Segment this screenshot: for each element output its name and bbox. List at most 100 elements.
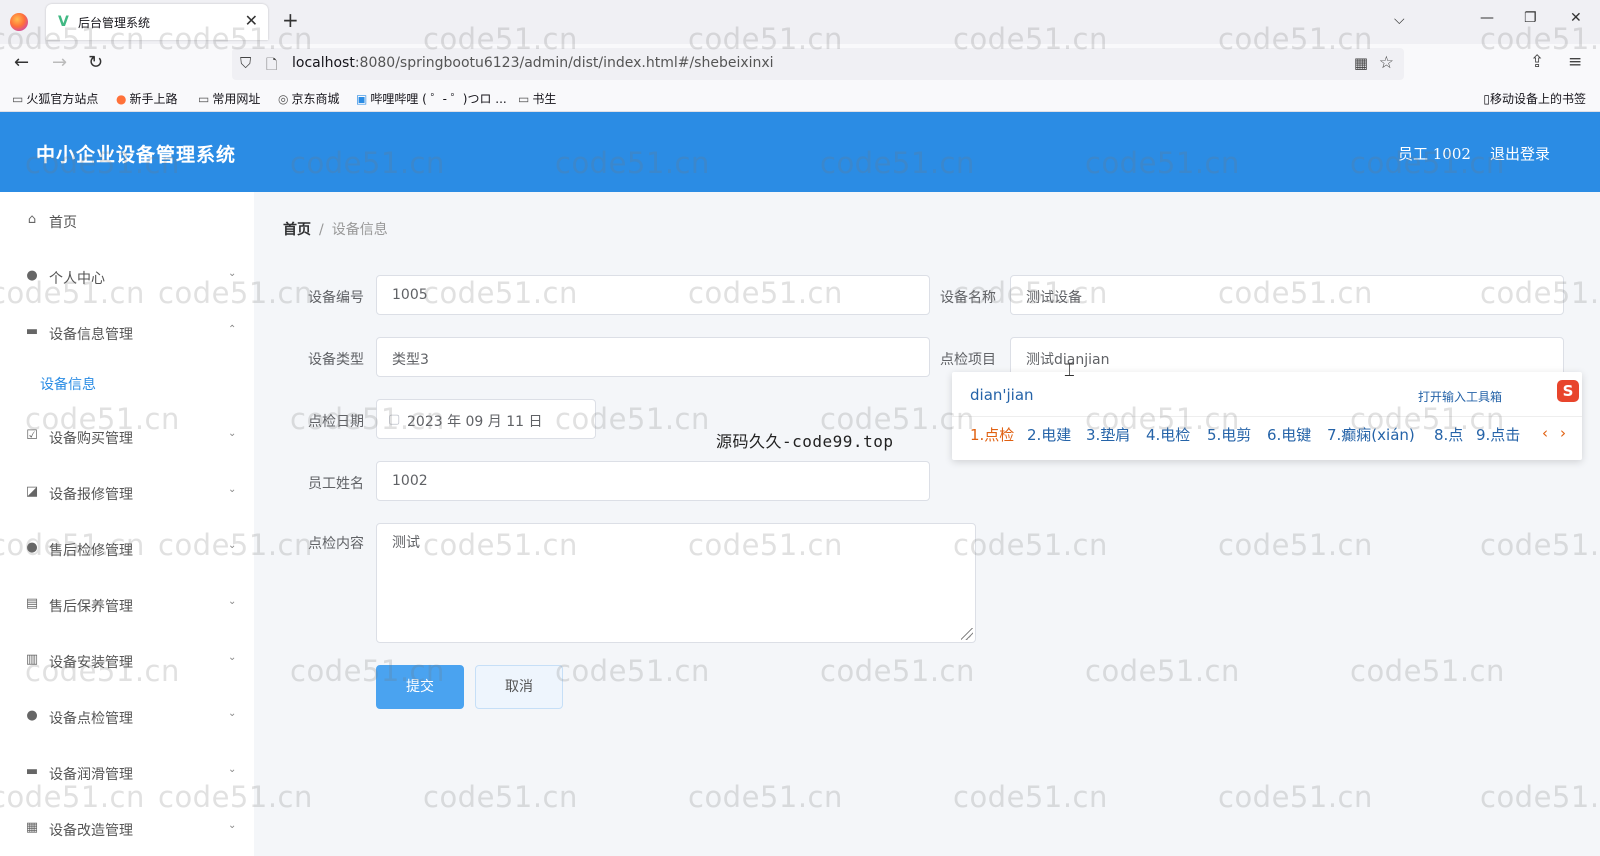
- bookmark-item[interactable]: ▭ 书生: [518, 90, 556, 107]
- app-header: 中小企业设备管理系统 员工 1002 退出登录: [0, 112, 1600, 192]
- device-code-label: 设备编号: [308, 290, 364, 306]
- menu-hamburger-icon[interactable]: ≡: [1568, 52, 1582, 72]
- firefox-small-icon: ●: [116, 92, 127, 106]
- sidebar-item-installation[interactable]: ▥ 设备安装管理 ⌄: [0, 642, 254, 682]
- ime-candidate[interactable]: 6.电键: [1267, 424, 1311, 445]
- ime-next-icon[interactable]: ›: [1560, 424, 1566, 442]
- sidebar-item-label: 售后检修管理: [49, 543, 133, 559]
- back-arrow-icon[interactable]: ←: [14, 52, 29, 74]
- submenu-item-device-info[interactable]: 设备信息: [0, 364, 254, 404]
- device-type-value: 类型3: [392, 352, 429, 368]
- tab-close-icon[interactable]: ✕: [245, 11, 258, 30]
- device-type-input[interactable]: 类型3: [376, 337, 930, 377]
- check-content-textarea[interactable]: 测试: [376, 523, 976, 643]
- chevron-down-icon: ⌄: [228, 540, 237, 551]
- app-title: 中小企业设备管理系统: [36, 144, 237, 166]
- reload-icon[interactable]: ↻: [88, 52, 103, 74]
- bilibili-icon: ▣: [356, 92, 368, 106]
- monitor-icon: ▬: [25, 764, 39, 779]
- sidebar-item-home[interactable]: ⌂ 首页: [0, 202, 254, 242]
- sidebar-item-lubrication[interactable]: ▬ 设备润滑管理 ⌄: [0, 754, 254, 794]
- sidebar-item-label: 个人中心: [49, 271, 105, 287]
- submit-button[interactable]: 提交: [376, 665, 464, 709]
- submenu-label: 设备信息: [40, 377, 96, 393]
- sidebar-item-label: 设备购买管理: [49, 431, 133, 447]
- ime-candidate[interactable]: 7.癫痫(xián): [1327, 424, 1415, 445]
- chevron-down-icon: ⌄: [228, 484, 237, 495]
- tab-title: 后台管理系统: [78, 16, 151, 30]
- url-bar[interactable]: ⛉ 🗋 localhost:8080/springbootu6123/admin…: [232, 48, 1404, 80]
- staff-name-input[interactable]: 1002: [376, 461, 930, 501]
- bookmark-star-icon[interactable]: ☆: [1379, 53, 1394, 73]
- check-date-value: 2023 年 09 月 11 日: [407, 414, 543, 430]
- breadcrumb-home[interactable]: 首页: [283, 222, 311, 238]
- ime-candidate[interactable]: 9.点击: [1476, 424, 1520, 445]
- chevron-down-icon: ⌄: [228, 708, 237, 719]
- minimize-icon[interactable]: —: [1480, 10, 1494, 26]
- sidebar-item-label: 设备润滑管理: [49, 767, 133, 783]
- main-content: 首页 / 设备信息 设备编号 1005 设备名称 测试设备 设备类型 类型3 点检项…: [254, 192, 1600, 856]
- mobile-bookmarks[interactable]: ▯移动设备上的书签: [1483, 90, 1586, 107]
- new-tab-button[interactable]: +: [282, 10, 299, 30]
- overlay-watermark-text: 源码久久-code99.top: [716, 432, 894, 451]
- text-cursor-icon: ⌶: [1064, 360, 1075, 381]
- device-name-input[interactable]: 测试设备: [1010, 275, 1564, 315]
- browser-tab[interactable]: V 后台管理系统 ✕: [46, 4, 268, 40]
- cancel-button[interactable]: 取消: [475, 665, 563, 709]
- extensions-icon[interactable]: ⇪: [1530, 52, 1544, 72]
- check-item-input[interactable]: 测试dianjian: [1010, 337, 1564, 377]
- url-text[interactable]: localhost:8080/springbootu6123/admin/dis…: [292, 55, 774, 71]
- ime-candidate[interactable]: 1.点检: [970, 424, 1014, 445]
- bookmark-item[interactable]: ▭ 常用网址: [198, 90, 260, 107]
- tab-list-chevron-icon[interactable]: ⌵: [1394, 12, 1405, 28]
- sidebar-item-spot-check[interactable]: ● 设备点检管理 ⌄: [0, 698, 254, 738]
- ime-candidate[interactable]: 8.点: [1434, 424, 1463, 445]
- sidebar-item-retrofit[interactable]: ▦ 设备改造管理 ⌄: [0, 810, 254, 850]
- chevron-down-icon: ⌄: [228, 596, 237, 607]
- bookmark-item[interactable]: ◎ 京东商城: [278, 90, 340, 107]
- sidebar-item-profile[interactable]: ● 个人中心 ⌄: [0, 258, 254, 298]
- sidebar-item-label: 设备点检管理: [49, 711, 133, 727]
- device-code-value: 1005: [392, 287, 428, 303]
- user-icon: ●: [26, 540, 38, 555]
- folder-icon: ▭: [198, 92, 210, 106]
- bookmark-item[interactable]: ▣ 哔哩哔哩 ( ゜- ゜)つロ ...: [356, 90, 507, 107]
- sidebar-item-label: 售后保养管理: [49, 599, 133, 615]
- sidebar-item-repair[interactable]: ◪ 设备报修管理 ⌄: [0, 474, 254, 514]
- check-content-label: 点检内容: [308, 536, 364, 552]
- shield-icon[interactable]: ⛉: [240, 54, 251, 72]
- ime-prev-icon[interactable]: ‹: [1542, 424, 1548, 442]
- folder-icon: ▭: [12, 92, 24, 106]
- bookmark-item[interactable]: ▭ 火狐官方站点: [12, 90, 98, 107]
- sogou-logo-icon[interactable]: S: [1557, 380, 1579, 402]
- window-close-icon[interactable]: ✕: [1570, 10, 1582, 26]
- ime-divider: [952, 416, 1582, 417]
- check-square-icon: ☑: [26, 428, 38, 443]
- sidebar-item-purchase[interactable]: ☑ 设备购买管理 ⌄: [0, 418, 254, 458]
- resize-grip-icon[interactable]: [961, 628, 973, 640]
- device-name-label: 设备名称: [940, 290, 996, 306]
- qr-code-icon[interactable]: ▦: [1354, 54, 1368, 72]
- forward-arrow-icon[interactable]: →: [52, 52, 67, 74]
- ime-candidate[interactable]: 4.电检: [1146, 424, 1190, 445]
- device-code-input[interactable]: 1005: [376, 275, 930, 315]
- sidebar-item-maintenance[interactable]: ▤ 售后保养管理 ⌄: [0, 586, 254, 626]
- check-date-picker[interactable]: ▢ 2023 年 09 月 11 日: [376, 399, 596, 439]
- bookmarks-bar: ▭ 火狐官方站点 ● 新手上路 ▭ 常用网址 ◎ 京东商城 ▣ 哔哩哔哩 ( ゜- ゜)つ…: [0, 84, 1600, 112]
- restore-icon[interactable]: ❐: [1524, 10, 1537, 26]
- ime-toolbox-link[interactable]: 打开输入工具箱: [1418, 388, 1502, 405]
- chevron-down-icon: ⌄: [228, 820, 237, 831]
- browser-nav-bar: ← → ↻ ⛉ 🗋 localhost:8080/springbootu6123…: [0, 44, 1600, 84]
- device-name-value: 测试设备: [1026, 290, 1082, 306]
- logout-button[interactable]: 退出登录: [1490, 143, 1550, 164]
- sidebar-item-device-info[interactable]: ▬ 设备信息管理 ⌃: [0, 314, 254, 354]
- breadcrumb-separator: /: [319, 222, 324, 238]
- staff-name-value: 1002: [392, 473, 428, 489]
- sidebar: ⌂ 首页 ● 个人中心 ⌄ ▬ 设备信息管理 ⌃ 设备信息 ☑ 设备购买管理 ⌄…: [0, 192, 254, 856]
- ime-candidate[interactable]: 3.垫肩: [1086, 424, 1130, 445]
- bookmark-item[interactable]: ● 新手上路: [116, 90, 178, 107]
- ime-candidate[interactable]: 5.电剪: [1207, 424, 1251, 445]
- firefox-icon[interactable]: [10, 13, 28, 31]
- sidebar-item-inspection[interactable]: ● 售后检修管理 ⌄: [0, 530, 254, 570]
- ime-candidate[interactable]: 2.电建: [1027, 424, 1071, 445]
